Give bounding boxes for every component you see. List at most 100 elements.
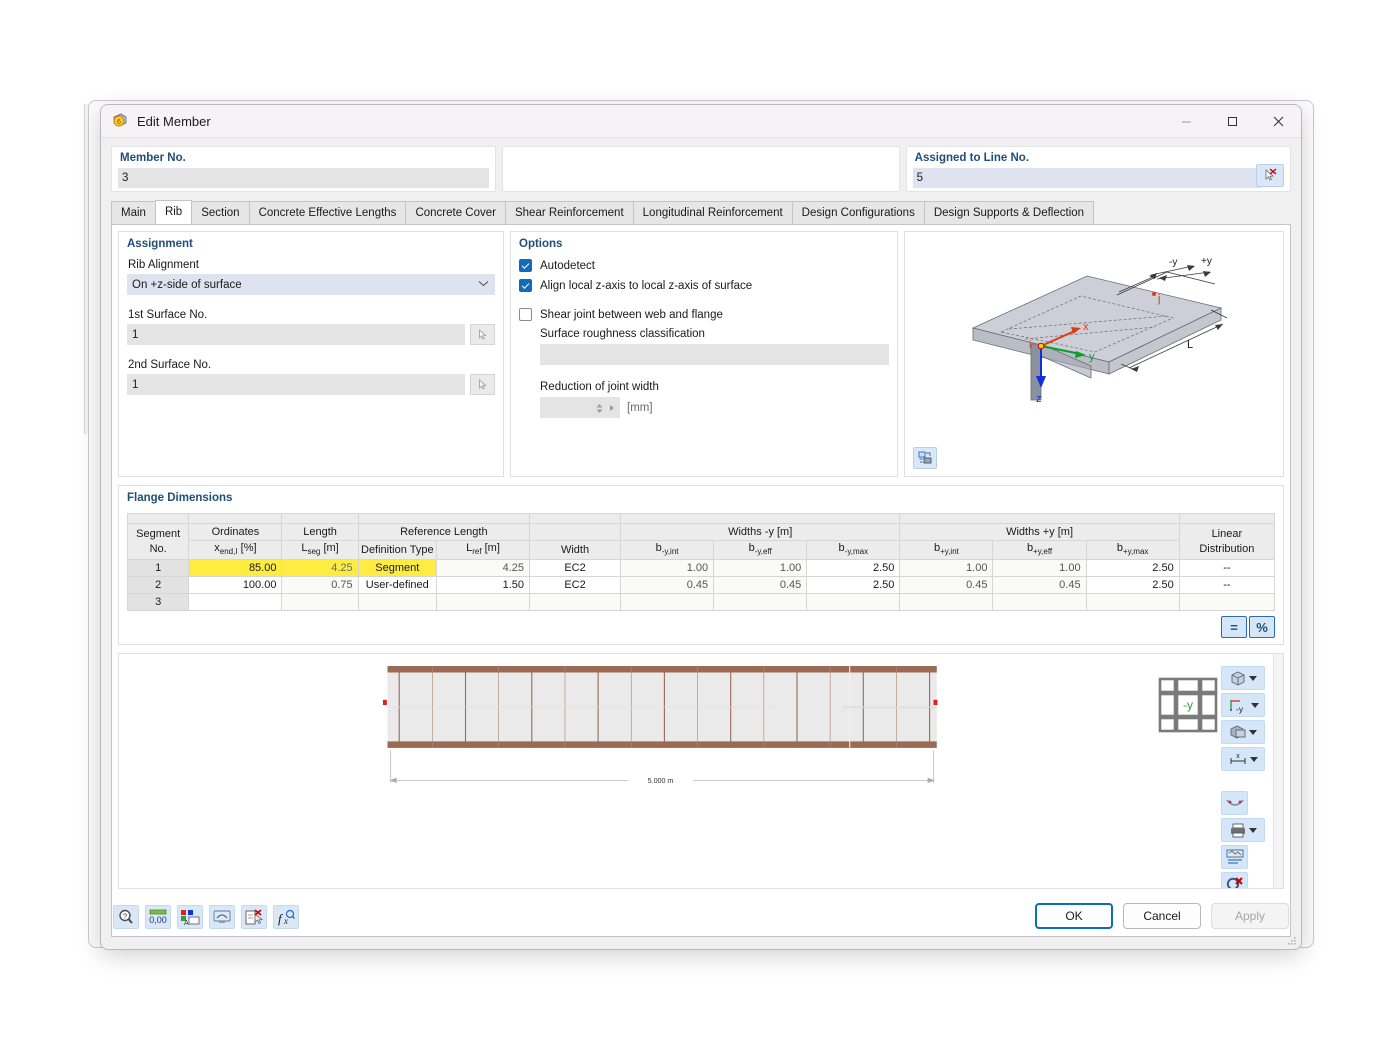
table-row[interactable]: 3: [128, 594, 1275, 611]
resize-grip-icon[interactable]: [1287, 936, 1297, 946]
row2-definition-type[interactable]: User-defined: [358, 577, 436, 594]
render-toggle-icon[interactable]: [913, 447, 937, 469]
roughness-input[interactable]: [540, 344, 889, 365]
row3-definition-type[interactable]: [358, 594, 436, 611]
equalize-button[interactable]: =: [1221, 616, 1247, 638]
graphic-settings-button[interactable]: [209, 905, 235, 929]
row3-linear[interactable]: [1179, 594, 1274, 611]
row3-b-py-int[interactable]: [900, 594, 993, 611]
print-button[interactable]: [1221, 818, 1265, 842]
row1-b-py-int[interactable]: 1.00: [900, 560, 993, 577]
tab-rib[interactable]: Rib: [155, 200, 192, 224]
table-row[interactable]: 1 85.00 4.25 Segment 4.25 EC2 1.00 1.00 …: [128, 560, 1275, 577]
align-z-checkbox[interactable]: [519, 279, 532, 292]
row3-b-my-int[interactable]: [621, 594, 714, 611]
row1-length[interactable]: 4.25: [282, 560, 358, 577]
spinner-more-icon[interactable]: [607, 403, 617, 413]
percent-button[interactable]: %: [1249, 616, 1275, 638]
col-length-top[interactable]: Length: [282, 524, 358, 541]
col-b-py-max[interactable]: b+y,max: [1086, 541, 1179, 560]
chevron-down-icon[interactable]: [1249, 730, 1257, 735]
pick-line-icon[interactable]: [1256, 164, 1284, 187]
col-width-top[interactable]: [530, 524, 621, 541]
col-widths-minus-y-group[interactable]: Widths -y [m]: [621, 524, 900, 541]
tab-main[interactable]: Main: [111, 201, 156, 224]
row2-length[interactable]: 0.75: [282, 577, 358, 594]
tab-longitudinal-reinforcement[interactable]: Longitudinal Reinforcement: [633, 201, 793, 224]
help-button[interactable]: ?: [113, 905, 139, 929]
row1-b-my-max[interactable]: 2.50: [807, 560, 900, 577]
deformation-button[interactable]: [1221, 791, 1248, 815]
col-b-my-max[interactable]: b-y,max: [807, 541, 900, 560]
col-b-my-eff[interactable]: b-y,eff: [714, 541, 807, 560]
display-properties-button[interactable]: A: [177, 905, 203, 929]
col-length-unit[interactable]: Lseg [m]: [282, 541, 358, 560]
row3-b-my-eff[interactable]: [714, 594, 807, 611]
row2-b-my-eff[interactable]: 0.45: [714, 577, 807, 594]
cancel-button[interactable]: Cancel: [1123, 903, 1201, 929]
formula-button[interactable]: f x: [273, 905, 299, 929]
row3-b-py-max[interactable]: [1086, 594, 1179, 611]
tab-design-configurations[interactable]: Design Configurations: [792, 201, 925, 224]
chevron-down-icon[interactable]: [1251, 703, 1259, 708]
maximize-button[interactable]: [1209, 105, 1255, 137]
col-ordinates-unit[interactable]: xend,I [%]: [189, 541, 282, 560]
col-ordinates-top[interactable]: Ordinates: [189, 524, 282, 541]
row1-linear[interactable]: --: [1179, 560, 1274, 577]
col-b-my-int[interactable]: b-y,int: [621, 541, 714, 560]
graphics-viewport[interactable]: 5.000 m -y: [118, 653, 1284, 889]
tab-section[interactable]: Section: [191, 201, 249, 224]
col-segment-no[interactable]: SegmentNo.: [128, 524, 189, 560]
col-ref-length-unit[interactable]: Lref [m]: [436, 541, 529, 560]
delete-note-button[interactable]: [241, 905, 267, 929]
row1-b-py-eff[interactable]: 1.00: [993, 560, 1086, 577]
row2-b-py-int[interactable]: 0.45: [900, 577, 993, 594]
col-b-py-int[interactable]: b+y,int: [900, 541, 993, 560]
col-width[interactable]: Width: [530, 541, 621, 560]
row3-ordinates[interactable]: [189, 594, 282, 611]
col-b-py-eff[interactable]: b+y,eff: [993, 541, 1086, 560]
dimension-button[interactable]: x: [1221, 747, 1265, 771]
row2-linear[interactable]: --: [1179, 577, 1274, 594]
tab-design-supports-deflection[interactable]: Design Supports & Deflection: [924, 201, 1094, 224]
row3-length[interactable]: [282, 594, 358, 611]
row2-width[interactable]: EC2: [530, 577, 621, 594]
ok-button[interactable]: OK: [1035, 903, 1113, 929]
rib-preview-graphic[interactable]: -y +y L x y z i j: [904, 231, 1284, 477]
row1-width[interactable]: EC2: [530, 560, 621, 577]
tab-concrete-cover[interactable]: Concrete Cover: [405, 201, 506, 224]
reduction-spinner[interactable]: [540, 397, 620, 418]
surface2-input[interactable]: 1: [127, 374, 465, 395]
row2-b-py-eff[interactable]: 0.45: [993, 577, 1086, 594]
member-no-input[interactable]: 3: [118, 168, 489, 188]
rib-alignment-select[interactable]: On +z-side of surface: [127, 274, 495, 295]
row1-b-my-int[interactable]: 1.00: [621, 560, 714, 577]
chevron-down-icon[interactable]: [1249, 828, 1257, 833]
view-mode-button[interactable]: [1221, 666, 1265, 690]
coordinate-system-button[interactable]: -y: [1221, 693, 1265, 717]
surface1-input[interactable]: 1: [127, 324, 465, 345]
table-row[interactable]: 2 100.00 0.75 User-defined 1.50 EC2 0.45…: [128, 577, 1275, 594]
clear-selection-button[interactable]: [1221, 872, 1248, 889]
pick-surface2-icon[interactable]: [470, 374, 495, 395]
row2-ref-length[interactable]: 1.50: [436, 577, 529, 594]
autodetect-checkbox[interactable]: [519, 259, 532, 272]
viewport-scrollbar[interactable]: [1273, 654, 1283, 888]
tab-concrete-effective-lengths[interactable]: Concrete Effective Lengths: [249, 201, 407, 224]
row1-b-py-max[interactable]: 2.50: [1086, 560, 1179, 577]
tab-shear-reinforcement[interactable]: Shear Reinforcement: [505, 201, 634, 224]
row3-b-my-max[interactable]: [807, 594, 900, 611]
row1-b-my-eff[interactable]: 1.00: [714, 560, 807, 577]
minimize-button[interactable]: [1163, 105, 1209, 137]
align-z-row[interactable]: Align local z-axis to local z-axis of su…: [519, 279, 889, 292]
render-style-button[interactable]: [1221, 720, 1265, 744]
row3-ref-length[interactable]: [436, 594, 529, 611]
assigned-line-input[interactable]: 5: [913, 168, 1261, 188]
row2-b-my-int[interactable]: 0.45: [621, 577, 714, 594]
units-button[interactable]: 0,00: [145, 905, 171, 929]
chevron-down-icon[interactable]: [1250, 757, 1258, 762]
row2-b-my-max[interactable]: 2.50: [807, 577, 900, 594]
close-button[interactable]: [1255, 105, 1301, 137]
col-linear-distribution[interactable]: LinearDistribution: [1179, 524, 1274, 560]
shear-joint-row[interactable]: Shear joint between web and flange: [519, 308, 889, 321]
